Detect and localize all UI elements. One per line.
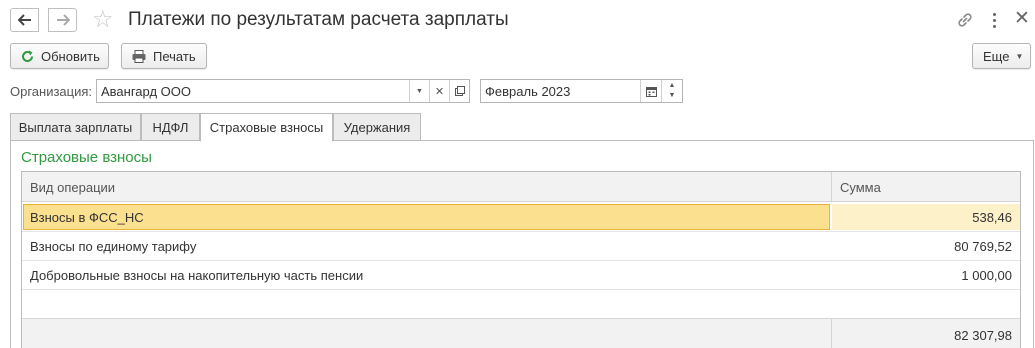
- calendar-icon[interactable]: [640, 80, 661, 102]
- table-row[interactable]: Взносы по единому тарифу 80 769,52: [22, 232, 1020, 261]
- dropdown-arrow-icon: ▼: [1015, 51, 1024, 61]
- row-operation: Добровольные взносы на накопительную час…: [30, 268, 364, 283]
- title-bar: ☆ Платежи по результатам расчета зарплат…: [0, 0, 1035, 40]
- tab-ndfl[interactable]: НДФЛ: [141, 113, 200, 141]
- row-operation: Взносы в ФСС_НС: [30, 210, 144, 225]
- printer-icon: [132, 49, 146, 63]
- payments-table: Вид операции Сумма Взносы в ФСС_НС 538,4…: [21, 171, 1021, 348]
- row-sum: 538,46: [972, 210, 1012, 225]
- refresh-label: Обновить: [41, 48, 100, 64]
- table-row[interactable]: Взносы в ФСС_НС 538,46: [22, 203, 1020, 232]
- page-title: Платежи по результатам расчета зарплаты: [128, 9, 509, 30]
- organization-field[interactable]: Авангард ООО ▼ ✕: [96, 79, 470, 103]
- arrow-right-icon: [56, 14, 70, 26]
- forward-button[interactable]: [48, 8, 77, 32]
- open-icon[interactable]: [449, 80, 469, 102]
- tab-salary-payment[interactable]: Выплата зарплаты: [10, 113, 141, 141]
- more-label: Еще: [983, 48, 1010, 64]
- arrow-left-icon: [17, 14, 31, 26]
- refresh-button[interactable]: Обновить: [10, 43, 109, 69]
- dropdown-icon[interactable]: ▼: [409, 80, 429, 102]
- total-sum: 82 307,98: [954, 328, 1012, 343]
- more-button[interactable]: Еще ▼: [972, 43, 1031, 69]
- column-header-sum[interactable]: Сумма: [840, 180, 881, 195]
- up-arrow-icon[interactable]: ▲: [669, 81, 676, 91]
- clear-icon[interactable]: ✕: [429, 80, 449, 102]
- period-value[interactable]: Февраль 2023: [481, 84, 640, 99]
- down-arrow-icon[interactable]: ▼: [669, 91, 676, 101]
- table-header: Вид операции Сумма: [22, 172, 1020, 202]
- print-label: Печать: [153, 48, 196, 64]
- period-stepper[interactable]: ▲ ▼: [661, 80, 682, 102]
- row-operation: Взносы по единому тарифу: [30, 239, 197, 254]
- refresh-icon: [21, 50, 34, 63]
- print-button[interactable]: Печать: [121, 43, 207, 69]
- organization-label: Организация:: [10, 84, 93, 99]
- column-header-operation[interactable]: Вид операции: [30, 180, 115, 195]
- table-footer: 82 307,98: [22, 318, 1020, 348]
- link-icon[interactable]: [956, 11, 974, 29]
- tab-deductions[interactable]: Удержания: [333, 113, 421, 141]
- more-actions-icon[interactable]: [988, 10, 1000, 30]
- section-title: Страховые взносы: [21, 149, 152, 166]
- table-row[interactable]: Добровольные взносы на накопительную час…: [22, 261, 1020, 290]
- organization-value[interactable]: Авангард ООО: [97, 84, 409, 99]
- favorite-star-icon[interactable]: ☆: [92, 5, 114, 35]
- close-icon[interactable]: ✕: [1014, 8, 1030, 30]
- tab-insurance[interactable]: Страховые взносы: [200, 113, 333, 142]
- row-sum: 80 769,52: [954, 239, 1012, 254]
- row-sum: 1 000,00: [961, 268, 1012, 283]
- period-field[interactable]: Февраль 2023 ▲ ▼: [480, 79, 683, 103]
- back-button[interactable]: [10, 8, 39, 32]
